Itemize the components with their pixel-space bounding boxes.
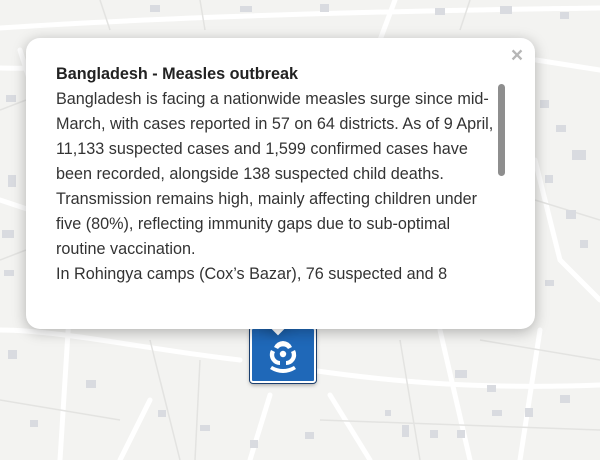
popup-paragraph-1: Bangladesh is facing a nationwide measle… — [56, 90, 494, 183]
popup-paragraph-3: In Rohingya camps (Cox’s Bazar), 76 susp… — [56, 265, 448, 283]
popup-scrollbar[interactable] — [498, 84, 505, 176]
close-button[interactable]: × — [505, 44, 529, 68]
info-popup: × Bangladesh - Measles outbreak Banglade… — [26, 38, 535, 329]
popup-content[interactable]: Bangladesh - Measles outbreak Bangladesh… — [56, 62, 496, 308]
popup-title: Bangladesh - Measles outbreak — [56, 65, 298, 83]
popup-paragraph-2: Transmission remains high, mainly affect… — [56, 190, 478, 258]
